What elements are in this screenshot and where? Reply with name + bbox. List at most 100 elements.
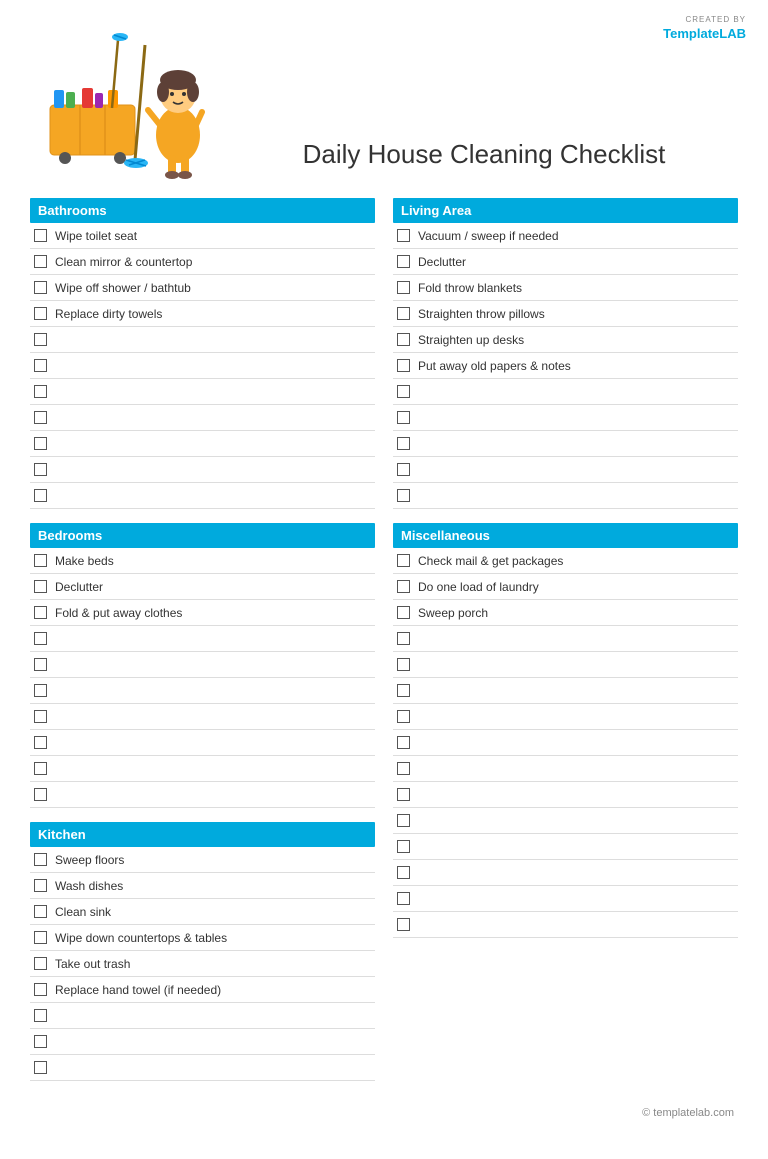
list-item[interactable]: Vacuum / sweep if needed	[393, 223, 738, 249]
empty-row	[30, 431, 375, 457]
checkbox[interactable]	[397, 840, 410, 853]
checkbox[interactable]	[34, 359, 47, 372]
checkbox[interactable]	[34, 736, 47, 749]
list-item[interactable]: Wipe down countertops & tables	[30, 925, 375, 951]
checkbox[interactable]	[397, 762, 410, 775]
list-item[interactable]: Take out trash	[30, 951, 375, 977]
checkbox[interactable]	[34, 658, 47, 671]
checkbox[interactable]	[397, 229, 410, 242]
created-by-text: CREATED BY	[663, 14, 746, 25]
list-item[interactable]: Wipe toilet seat	[30, 223, 375, 249]
checkbox[interactable]	[34, 710, 47, 723]
checkbox[interactable]	[397, 307, 410, 320]
list-item[interactable]: Straighten up desks	[393, 327, 738, 353]
checkbox[interactable]	[397, 632, 410, 645]
empty-row	[393, 704, 738, 730]
empty-row	[393, 860, 738, 886]
checkbox[interactable]	[34, 411, 47, 424]
empty-row	[393, 730, 738, 756]
empty-row	[30, 379, 375, 405]
checkbox[interactable]	[34, 632, 47, 645]
empty-row	[393, 756, 738, 782]
item-label: Clean mirror & countertop	[55, 255, 192, 269]
checkbox[interactable]	[34, 580, 47, 593]
list-item[interactable]: Fold throw blankets	[393, 275, 738, 301]
checkbox[interactable]	[397, 866, 410, 879]
list-item[interactable]: Wash dishes	[30, 873, 375, 899]
list-item[interactable]: Declutter	[30, 574, 375, 600]
checkbox[interactable]	[34, 307, 47, 320]
checkbox[interactable]	[34, 333, 47, 346]
list-item[interactable]: Replace dirty towels	[30, 301, 375, 327]
checkbox[interactable]	[397, 463, 410, 476]
list-item[interactable]: Declutter	[393, 249, 738, 275]
item-label: Wash dishes	[55, 879, 123, 893]
bedrooms-header: Bedrooms	[30, 523, 375, 548]
checkbox[interactable]	[397, 359, 410, 372]
list-item[interactable]: Fold & put away clothes	[30, 600, 375, 626]
checkbox[interactable]	[34, 606, 47, 619]
checkbox[interactable]	[397, 684, 410, 697]
checkbox[interactable]	[34, 957, 47, 970]
checkbox[interactable]	[34, 1009, 47, 1022]
checkbox[interactable]	[34, 229, 47, 242]
miscellaneous-header: Miscellaneous	[393, 523, 738, 548]
empty-row	[393, 808, 738, 834]
checkbox[interactable]	[397, 892, 410, 905]
empty-row	[30, 1055, 375, 1081]
checkbox[interactable]	[397, 658, 410, 671]
checkbox[interactable]	[34, 489, 47, 502]
item-label: Wipe off shower / bathtub	[55, 281, 191, 295]
checkbox[interactable]	[34, 879, 47, 892]
empty-row	[393, 379, 738, 405]
checkbox[interactable]	[397, 489, 410, 502]
checkbox[interactable]	[397, 580, 410, 593]
checkbox[interactable]	[34, 931, 47, 944]
list-item[interactable]: Sweep porch	[393, 600, 738, 626]
list-item[interactable]: Sweep floors	[30, 847, 375, 873]
item-label: Take out trash	[55, 957, 130, 971]
empty-row	[30, 1003, 375, 1029]
checkbox[interactable]	[397, 333, 410, 346]
list-item[interactable]: Put away old papers & notes	[393, 353, 738, 379]
checkbox[interactable]	[34, 281, 47, 294]
list-item[interactable]: Clean sink	[30, 899, 375, 925]
checkbox[interactable]	[397, 411, 410, 424]
left-column: Bathrooms Wipe toilet seat Clean mirror …	[30, 198, 375, 1095]
checkbox[interactable]	[34, 983, 47, 996]
living-area-section: Living Area Vacuum / sweep if needed Dec…	[393, 198, 738, 509]
item-label: Wipe toilet seat	[55, 229, 137, 243]
checkbox[interactable]	[397, 255, 410, 268]
list-item[interactable]: Replace hand towel (if needed)	[30, 977, 375, 1003]
checkbox[interactable]	[397, 554, 410, 567]
checkbox[interactable]	[397, 918, 410, 931]
checkbox[interactable]	[397, 606, 410, 619]
checkbox[interactable]	[397, 281, 410, 294]
checkbox[interactable]	[397, 385, 410, 398]
checkbox[interactable]	[34, 905, 47, 918]
checkbox[interactable]	[34, 385, 47, 398]
checkbox[interactable]	[397, 788, 410, 801]
list-item[interactable]: Do one load of laundry	[393, 574, 738, 600]
list-item[interactable]: Make beds	[30, 548, 375, 574]
list-item[interactable]: Clean mirror & countertop	[30, 249, 375, 275]
checkbox[interactable]	[397, 437, 410, 450]
list-item[interactable]: Straighten throw pillows	[393, 301, 738, 327]
checkbox[interactable]	[34, 684, 47, 697]
checkbox[interactable]	[397, 710, 410, 723]
checkbox[interactable]	[34, 853, 47, 866]
checkbox[interactable]	[34, 554, 47, 567]
list-item[interactable]: Check mail & get packages	[393, 548, 738, 574]
checkbox[interactable]	[34, 1035, 47, 1048]
list-item[interactable]: Wipe off shower / bathtub	[30, 275, 375, 301]
checkbox[interactable]	[34, 255, 47, 268]
checkbox[interactable]	[34, 788, 47, 801]
item-label: Replace hand towel (if needed)	[55, 983, 221, 997]
checkbox[interactable]	[397, 736, 410, 749]
checkbox[interactable]	[397, 814, 410, 827]
checkbox[interactable]	[34, 762, 47, 775]
checkbox[interactable]	[34, 437, 47, 450]
checkbox[interactable]	[34, 1061, 47, 1074]
checkbox[interactable]	[34, 463, 47, 476]
empty-row	[393, 912, 738, 938]
